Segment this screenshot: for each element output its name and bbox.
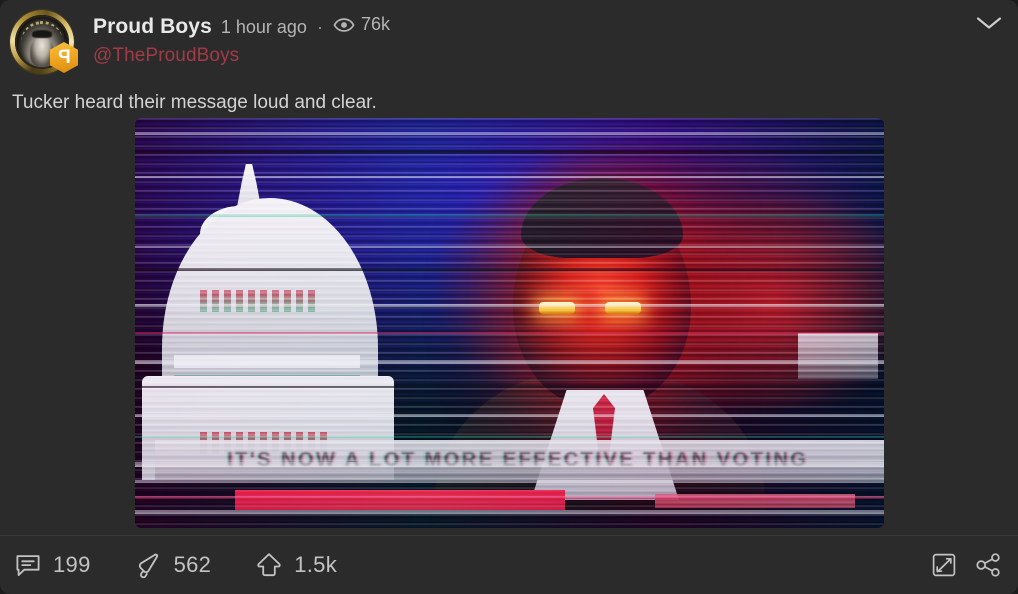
post-media[interactable]: IT'S NOW A LOT MORE EFFECTIVE THAN VOTIN… (135, 118, 884, 528)
capitol-dome-graphic (140, 150, 410, 480)
view-count-group: 76k (333, 14, 390, 35)
expand-icon[interactable] (931, 552, 957, 578)
share-icon[interactable] (975, 552, 1002, 578)
anchor-hair (521, 178, 683, 258)
post-header: P Proud Boys 1 hour ago · 76k @TheProudB… (0, 0, 1018, 84)
lower-third-accent-bar-secondary (655, 494, 855, 508)
post-body-text: Tucker heard their message loud and clea… (12, 92, 377, 113)
dome-upper-columns (200, 290, 315, 312)
comment-icon (14, 552, 42, 578)
lower-third-banner: IT'S NOW A LOT MORE EFFECTIVE THAN VOTIN… (155, 440, 884, 480)
media-video-still: IT'S NOW A LOT MORE EFFECTIVE THAN VOTIN… (135, 118, 884, 528)
anchor-glowing-eye-right (605, 302, 641, 314)
eye-icon (333, 17, 355, 33)
echo-count: 562 (173, 552, 212, 577)
upvote-count: 1.5k (294, 552, 338, 577)
comment-count: 199 (53, 552, 91, 577)
author-handle[interactable]: @TheProudBoys (93, 45, 390, 67)
anchor-glowing-eye-left (539, 302, 575, 314)
post-timestamp: 1 hour ago (220, 16, 307, 37)
lower-third-accent-bar (235, 490, 565, 510)
upvote-action[interactable]: 1.5k (255, 551, 337, 579)
echo-action[interactable]: 562 (135, 551, 212, 579)
author-name-row: Proud Boys 1 hour ago · 76k (93, 14, 390, 40)
upvote-icon (255, 551, 283, 579)
dome-ledge (174, 355, 360, 368)
echo-icon (135, 551, 163, 579)
lower-third-text: IT'S NOW A LOT MORE EFFECTIVE THAN VOTIN… (227, 448, 809, 471)
meta-separator: · (316, 16, 323, 37)
avatar[interactable]: P (10, 10, 78, 76)
parler-p-glyph: P (57, 46, 71, 68)
footer-right-actions (931, 552, 1002, 578)
author-identity: Proud Boys 1 hour ago · 76k @TheProudBoy… (93, 14, 390, 67)
comment-action[interactable]: 199 (14, 552, 91, 578)
media-right-highlight (798, 333, 878, 379)
author-display-name[interactable]: Proud Boys (93, 15, 212, 39)
view-count: 76k (360, 14, 390, 34)
post-action-bar: 199 562 1.5k (0, 536, 1018, 594)
post-card: P Proud Boys 1 hour ago · 76k @TheProudB… (0, 0, 1018, 594)
parler-verified-hex-badge: P (50, 42, 78, 73)
chevron-down-icon[interactable] (972, 8, 1006, 38)
